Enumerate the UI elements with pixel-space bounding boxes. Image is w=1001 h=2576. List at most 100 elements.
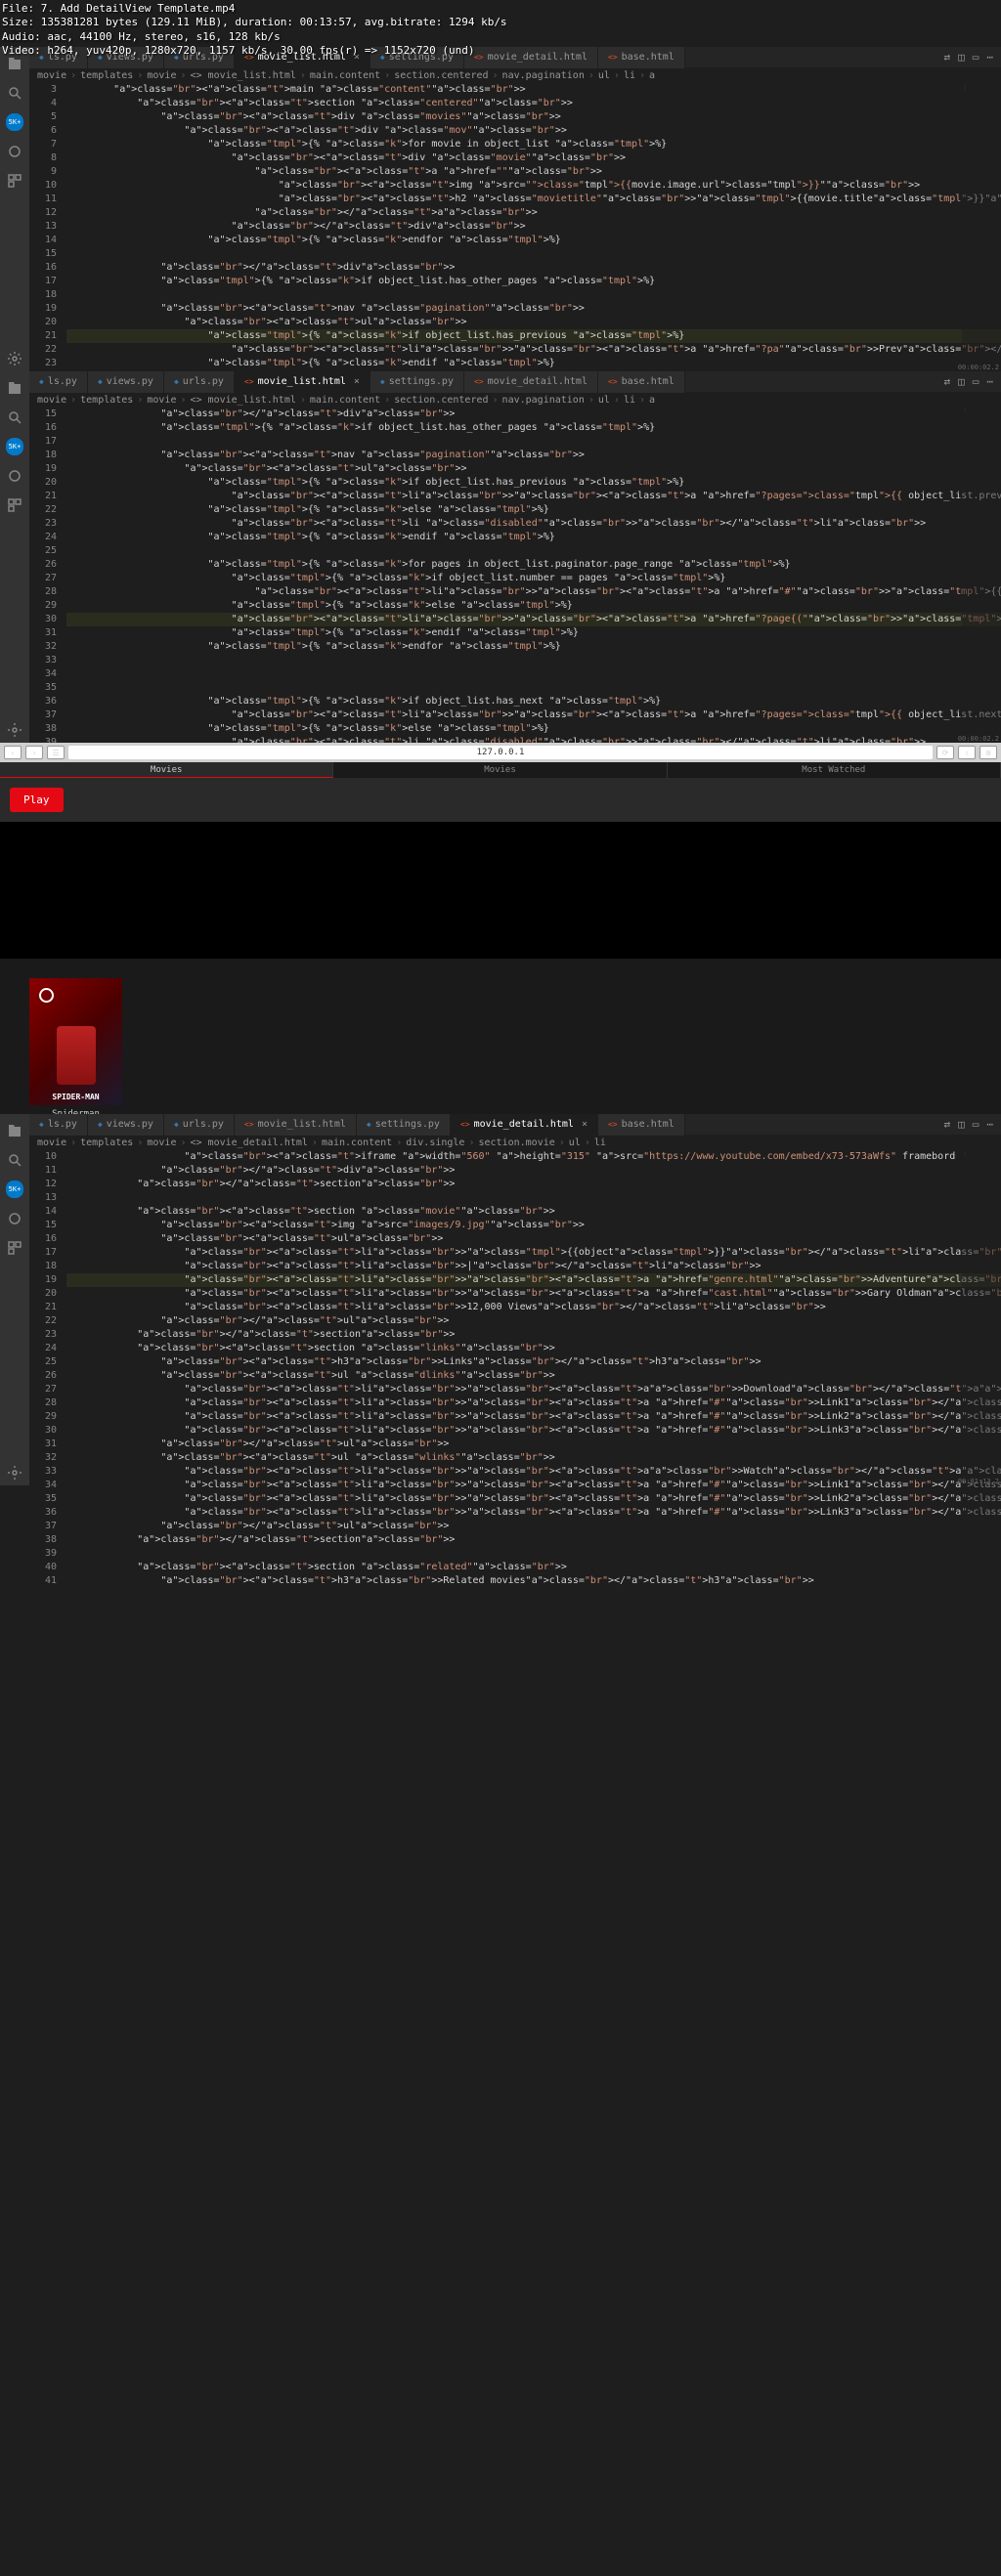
explorer-icon[interactable] <box>6 1122 23 1139</box>
breadcrumb-item[interactable]: section.centered <box>394 70 488 81</box>
play-button[interactable]: Play <box>10 788 64 812</box>
tab-ls-py[interactable]: ◆ls.py <box>29 371 88 393</box>
code-line[interactable]: "a">class="br"><"a">class="t">h2 "a">cla… <box>66 193 1001 206</box>
breadcrumb-item[interactable]: section.movie <box>478 1138 554 1148</box>
code-line[interactable]: "a">class="tmpl">{% "a">class="k">endif … <box>66 531 1001 544</box>
code-line[interactable]: "a">class="br"><"a">class="t">li"a">clas… <box>66 1465 1001 1479</box>
reload-button[interactable]: ⟳ <box>936 746 954 759</box>
breadcrumb-item[interactable]: <> movie_list.html <box>191 395 296 406</box>
code-line[interactable]: "a">class="tmpl">{% "a">class="k">if obj… <box>66 275 1001 288</box>
code-line[interactable] <box>66 654 1001 667</box>
code-line[interactable]: "a">class="br"></"a">class="t">div"a">cl… <box>66 220 1001 234</box>
breadcrumb[interactable]: movie›templates›movie›<> movie_list.html… <box>29 393 1001 408</box>
code-line[interactable]: "a">class="br"><"a">class="t">li"a">clas… <box>66 585 1001 599</box>
breadcrumb-item[interactable]: movie <box>147 70 176 81</box>
explorer-icon[interactable] <box>6 379 23 397</box>
code-line[interactable]: "a">class="br"><"a">class="t">li"a">clas… <box>66 613 1001 626</box>
breadcrumb-item[interactable]: main.content <box>322 1138 392 1148</box>
tab-movie_detail-html[interactable]: <>movie_detail.html <box>464 371 598 393</box>
tab-urls-py[interactable]: ◆urls.py <box>164 1114 235 1136</box>
breadcrumb-item[interactable]: movie <box>37 70 66 81</box>
minimap[interactable]: ▬▬▬▬▬▬▬▬▬▬▬▬▬▬▬▬ <box>962 1150 1001 1588</box>
breadcrumb-item[interactable]: li <box>624 70 635 81</box>
split-icon[interactable]: ◫ <box>958 375 965 388</box>
more-icon[interactable]: ⋯ <box>986 1118 993 1131</box>
code-line[interactable]: "a">class="br"><"a">class="t">nav "a">cl… <box>66 302 1001 316</box>
url-bar[interactable]: 127.0.0.1 <box>68 746 933 759</box>
code-line[interactable] <box>66 288 1001 302</box>
code-line[interactable]: "a">class="br"><"a">class="t">li"a">clas… <box>66 1479 1001 1492</box>
debug-icon[interactable] <box>6 143 23 160</box>
code-line[interactable]: "a">class="br"><"a">class="t">li"a">clas… <box>66 708 1001 722</box>
tab-movie_detail-html[interactable]: <>movie_detail.html× <box>451 1114 598 1136</box>
code-line[interactable]: "a">class="br"><"a">class="t">section "a… <box>66 1205 1001 1219</box>
code-line[interactable]: "a">class="tmpl">{% "a">class="k">endfor… <box>66 640 1001 654</box>
code-line[interactable] <box>66 667 1001 681</box>
tab-urls-py[interactable]: ◆urls.py <box>164 371 235 393</box>
code-line[interactable]: "a">class="br"><"a">class="t">ul"a">clas… <box>66 316 1001 329</box>
code-line[interactable]: "a">class="br"></"a">class="t">section"a… <box>66 1178 1001 1191</box>
compare-icon[interactable]: ⇄ <box>944 375 951 388</box>
breadcrumb-item[interactable]: nav.pagination <box>502 395 585 406</box>
tab-movie_list-html[interactable]: <>movie_list.html <box>235 1114 357 1136</box>
code-line[interactable]: "a">class="tmpl">{% "a">class="k">for mo… <box>66 138 1001 151</box>
code-line[interactable]: "a">class="br"><"a">class="t">div "a">cl… <box>66 124 1001 138</box>
tab-base-html[interactable]: <>base.html <box>598 371 685 393</box>
code-line[interactable]: "a">class="br"><"a">class="t">div "a">cl… <box>66 110 1001 124</box>
breadcrumb-item[interactable]: movie <box>37 1138 66 1148</box>
code-line[interactable]: "a">class="br"><"a">class="t">li"a">clas… <box>66 1246 1001 1260</box>
breadcrumb-item[interactable]: a <box>649 395 655 406</box>
code-line[interactable]: "a">class="br"><"a">class="t">li"a">clas… <box>66 490 1001 503</box>
tab-ls-py[interactable]: ◆ls.py <box>29 1114 88 1136</box>
settings-gear-icon[interactable] <box>0 350 29 367</box>
more-icon[interactable]: ⋯ <box>986 375 993 388</box>
tab-settings-py[interactable]: ◆settings.py <box>370 371 464 393</box>
more-icon[interactable]: ⋯ <box>986 51 993 64</box>
code-editor[interactable]: 1011121314151617181920212223242526272829… <box>29 1150 1001 1588</box>
forward-button[interactable]: › <box>25 746 43 759</box>
code-line[interactable]: "a">class="br"><"a">class="t">section "a… <box>66 1561 1001 1574</box>
code-line[interactable]: "a">class="br"><"a">class="t">h3"a">clas… <box>66 1355 1001 1369</box>
search-icon[interactable] <box>6 84 23 102</box>
sidebar-button[interactable]: ☰ <box>47 746 65 759</box>
code-line[interactable]: "a">class="tmpl">{% "a">class="k">else "… <box>66 722 1001 736</box>
code-line[interactable]: "a">class="br"><"a">class="t">section "a… <box>66 1342 1001 1355</box>
layout-icon[interactable]: ▭ <box>973 375 979 388</box>
debug-icon[interactable] <box>6 467 23 485</box>
code-line[interactable]: "a">class="tmpl">{% "a">class="k">if obj… <box>66 572 1001 585</box>
code-line[interactable]: "a">class="br"></"a">class="t">div"a">cl… <box>66 261 1001 275</box>
code-line[interactable]: "a">class="br"><"a">class="t">img "a">sr… <box>66 179 1001 193</box>
code-line[interactable]: "a">class="br"><"a">class="t">ul "a">cla… <box>66 1451 1001 1465</box>
code-line[interactable]: "a">class="br"></"a">class="t">ul"a">cla… <box>66 1314 1001 1328</box>
tab-views-py[interactable]: ◆views.py <box>88 371 164 393</box>
breadcrumb-item[interactable]: movie <box>37 395 66 406</box>
nav-tab-movies[interactable]: Movies <box>0 762 333 778</box>
code-line[interactable]: "a">class="br"></"a">class="t">a"a">clas… <box>66 206 1001 220</box>
code-line[interactable]: "a">class="br"><"a">class="t">iframe "a"… <box>66 1150 1001 1164</box>
source-control-badge[interactable]: 5K+ <box>6 113 23 131</box>
close-icon[interactable]: × <box>354 376 360 387</box>
code-line[interactable]: "a">class="br"><"a">class="t">section "a… <box>66 97 1001 110</box>
code-line[interactable] <box>66 1547 1001 1561</box>
code-line[interactable]: "a">class="br"><"a">class="t">li "a">cla… <box>66 517 1001 531</box>
code-line[interactable]: "a">class="br"><"a">class="t">ul "a">cla… <box>66 1369 1001 1383</box>
breadcrumb-item[interactable]: nav.pagination <box>502 70 585 81</box>
breadcrumb-item[interactable]: ul <box>569 1138 581 1148</box>
breadcrumb-item[interactable]: li <box>624 395 635 406</box>
code-line[interactable]: "a">class="tmpl">{% "a">class="k">if obj… <box>66 476 1001 490</box>
code-line[interactable]: "a">class="br"><"a">class="t">li"a">clas… <box>66 1260 1001 1273</box>
tab-base-html[interactable]: <>base.html <box>598 47 685 68</box>
code-line[interactable]: "a">class="br"><"a">class="t">ul"a">clas… <box>66 462 1001 476</box>
code-line[interactable]: "a">class="br"></"a">class="t">section"a… <box>66 1328 1001 1342</box>
breadcrumb-item[interactable]: templates <box>80 70 133 81</box>
code-line[interactable]: "a">class="br"><"a">class="t">nav "a">cl… <box>66 449 1001 462</box>
code-line[interactable]: "a">class="br"><"a">class="t">ul"a">clas… <box>66 1232 1001 1246</box>
code-line[interactable]: "a">class="br"><"a">class="t">li"a">clas… <box>66 1383 1001 1396</box>
compare-icon[interactable]: ⇄ <box>944 51 951 64</box>
code-line[interactable]: "a">class="tmpl">{% "a">class="k">if obj… <box>66 695 1001 708</box>
breadcrumb-item[interactable]: templates <box>80 395 133 406</box>
code-line[interactable]: "a">class="tmpl">{% "a">class="k">if obj… <box>66 329 1001 343</box>
code-line[interactable]: "a">class="br"></"a">class="t">div"a">cl… <box>66 408 1001 421</box>
extensions-icon[interactable] <box>6 496 23 514</box>
code-line[interactable]: "a">class="tmpl">{% "a">class="k">else "… <box>66 599 1001 613</box>
